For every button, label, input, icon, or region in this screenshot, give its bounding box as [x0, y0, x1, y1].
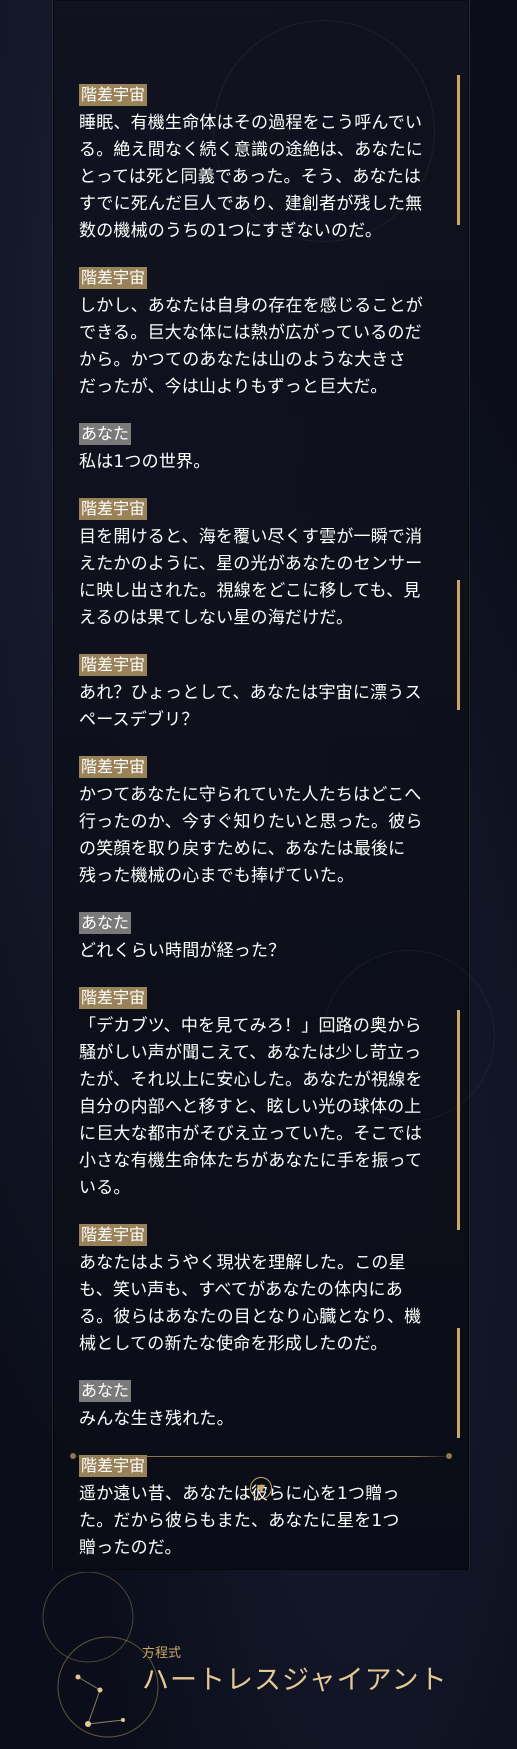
dialogue-line: えるのは果てしない星の海だけだ。 — [79, 608, 354, 628]
dialogue-line: 睡眠、有機生命体はその過程をこう呼んでい — [79, 113, 423, 133]
dialogue-line: どれくらい時間が経った？ — [79, 941, 286, 961]
dialogue-line: に巨大な都市がそびえ立っていた。そこでは — [79, 1124, 423, 1144]
dialogue-line: た。だから彼らもまた、あなたに星を1つ — [79, 1511, 400, 1531]
speaker-label: あなた — [79, 1380, 132, 1402]
dialogue-line: だったが、今は山よりもずっと巨大だ。 — [79, 377, 388, 397]
equation-title: ハートレスジャイアント — [142, 1665, 448, 1696]
dialogue-line: みんな生き残れた。 — [79, 1409, 234, 1429]
speaker-label: 階差宇宙 — [79, 1455, 148, 1477]
dialogue-line: いる。 — [79, 1178, 131, 1198]
dialogue-line: とっては死と同義であった。そう、あなたは — [79, 167, 422, 187]
dialogue-entry: 階差宇宙 遥か遠い昔、あなたは彼らに心を1つ贈っ た。だから彼らもまた、あなたに星を… — [79, 1455, 439, 1562]
dialogue-log: 階差宇宙 睡眠、有機生命体はその過程をこう呼んでい る。絶え間なく続く意識の途絶は、… — [79, 84, 439, 1584]
dialogue-line: かつてあなたに守られていた人たちはどこへ — [79, 785, 422, 805]
dialogue-line: ペースデブリ？ — [79, 710, 199, 730]
dialogue-line: 自分の内部へと移すと、眩しい光の球体の上 — [79, 1097, 422, 1117]
scroll-indicator-1 — [457, 75, 460, 225]
dialogue-line: 贈ったのだ。 — [79, 1538, 182, 1558]
speaker-label: 階差宇宙 — [79, 1224, 148, 1246]
divider-left-ornament — [70, 1453, 76, 1459]
divider-right-ornament — [446, 1453, 452, 1459]
speaker-label: 階差宇宙 — [79, 84, 148, 106]
dialogue-line: の笑顔を取り戻すために、あなたは最後に — [79, 839, 406, 859]
dialogue-entry: 階差宇宙しかし、あなたは自身の存在を感じることが できる。巨大な体には熱が広がって… — [79, 267, 439, 401]
dialogue-line: る。絶え間なく続く意識の途絶は、あなたに — [79, 140, 423, 160]
dialogue-entry: 階差宇宙睡眠、有機生命体はその過程をこう呼んでい る。絶え間なく続く意識の途絶は、… — [79, 84, 439, 245]
dialogue-line: に映し出された。視線をどこに移しても、見 — [79, 581, 421, 601]
dialogue-entry: あなた私は1つの世界。 — [79, 423, 439, 476]
dialogue-line: 行ったのか、今すぐ知りたいと思った。彼ら — [79, 812, 423, 832]
speaker-label: 階差宇宙 — [79, 498, 148, 520]
dialogue-line: も、笑い声も、すべてがあなたの体内にあ — [79, 1280, 403, 1300]
dialogue-line: 械としての新たな使命を形成したのだ。 — [79, 1334, 388, 1354]
dialogue-line: る。彼らはあなたの目となり心臓となり、機 — [79, 1307, 422, 1327]
dialogue-line: 残った機械の心までも捧げていた。 — [79, 866, 355, 886]
dialogue-line: すでに死んだ巨人であり、建創者が残した無 — [79, 194, 423, 214]
dialogue-entry: あなたどれくらい時間が経った？ — [79, 912, 439, 965]
dialogue-line: 騒がしい声が聞こえて、あなたは少し苛立っ — [79, 1043, 422, 1063]
scroll-indicator-3 — [457, 1010, 460, 1230]
speaker-label: 階差宇宙 — [79, 756, 148, 778]
dialogue-line: たが、それ以上に安心した。あなたが視線を — [79, 1070, 423, 1090]
dialogue-entry: 階差宇宙かつてあなたに守られていた人たちはどこへ 行ったのか、今すぐ知りたいと思っ… — [79, 756, 439, 890]
divider — [72, 1456, 452, 1457]
chevron-down-icon[interactable]: ▼ — [250, 1477, 272, 1499]
dialogue-line: しかし、あなたは自身の存在を感じることが — [79, 296, 423, 316]
speaker-label: 階差宇宙 — [79, 267, 148, 289]
dialogue-entry: 階差宇宙あれ？ひょっとして、あなたは宇宙に漂うス ペースデブリ？ — [79, 654, 439, 734]
dialogue-entry: 階差宇宙あなたはようやく現状を理解した。この星 も、笑い声も、すべてがあなたの体内… — [79, 1224, 439, 1358]
dialogue-line: 目を開けると、海を覆い尽くす雲が一瞬で消 — [79, 527, 423, 547]
speaker-label: 階差宇宙 — [79, 987, 148, 1009]
dialogue-line: から。かつてのあなたは山のような大きさ — [79, 350, 406, 370]
dialogue-line: 「デカブツ、中を見てみろ！」回路の奥から — [79, 1016, 422, 1036]
dialogue-entry: あなたみんな生き残れた。 — [79, 1380, 439, 1433]
dialogue-line: えたかのように、星の光があなたのセンサー — [79, 554, 423, 574]
speaker-label: あなた — [79, 912, 132, 934]
dialogue-line: あれ？ひょっとして、あなたは宇宙に漂うス — [79, 683, 422, 703]
speaker-label: 階差宇宙 — [79, 654, 148, 676]
dialogue-line: あなたはようやく現状を理解した。この星 — [79, 1253, 406, 1273]
dialogue-line: 数の機械のうちの1つにすぎないのだ。 — [79, 221, 383, 241]
dialogue-entry: 階差宇宙「デカブツ、中を見てみろ！」回路の奥から 騒がしい声が聞こえて、あなたは少… — [79, 987, 439, 1202]
dialogue-line: できる。巨大な体には熱が広がっているのだ — [79, 323, 422, 343]
dialogue-entry: 階差宇宙目を開けると、海を覆い尽くす雲が一瞬で消 えたかのように、星の光があなたの… — [79, 498, 439, 632]
dialogue-line: 私は1つの世界。 — [79, 452, 211, 472]
scroll-indicator-2 — [457, 580, 460, 710]
scroll-indicator-4 — [457, 1328, 460, 1438]
speaker-label: あなた — [79, 423, 132, 445]
dialogue-line: 小さな有機生命体たちがあなたに手を振って — [79, 1151, 423, 1171]
